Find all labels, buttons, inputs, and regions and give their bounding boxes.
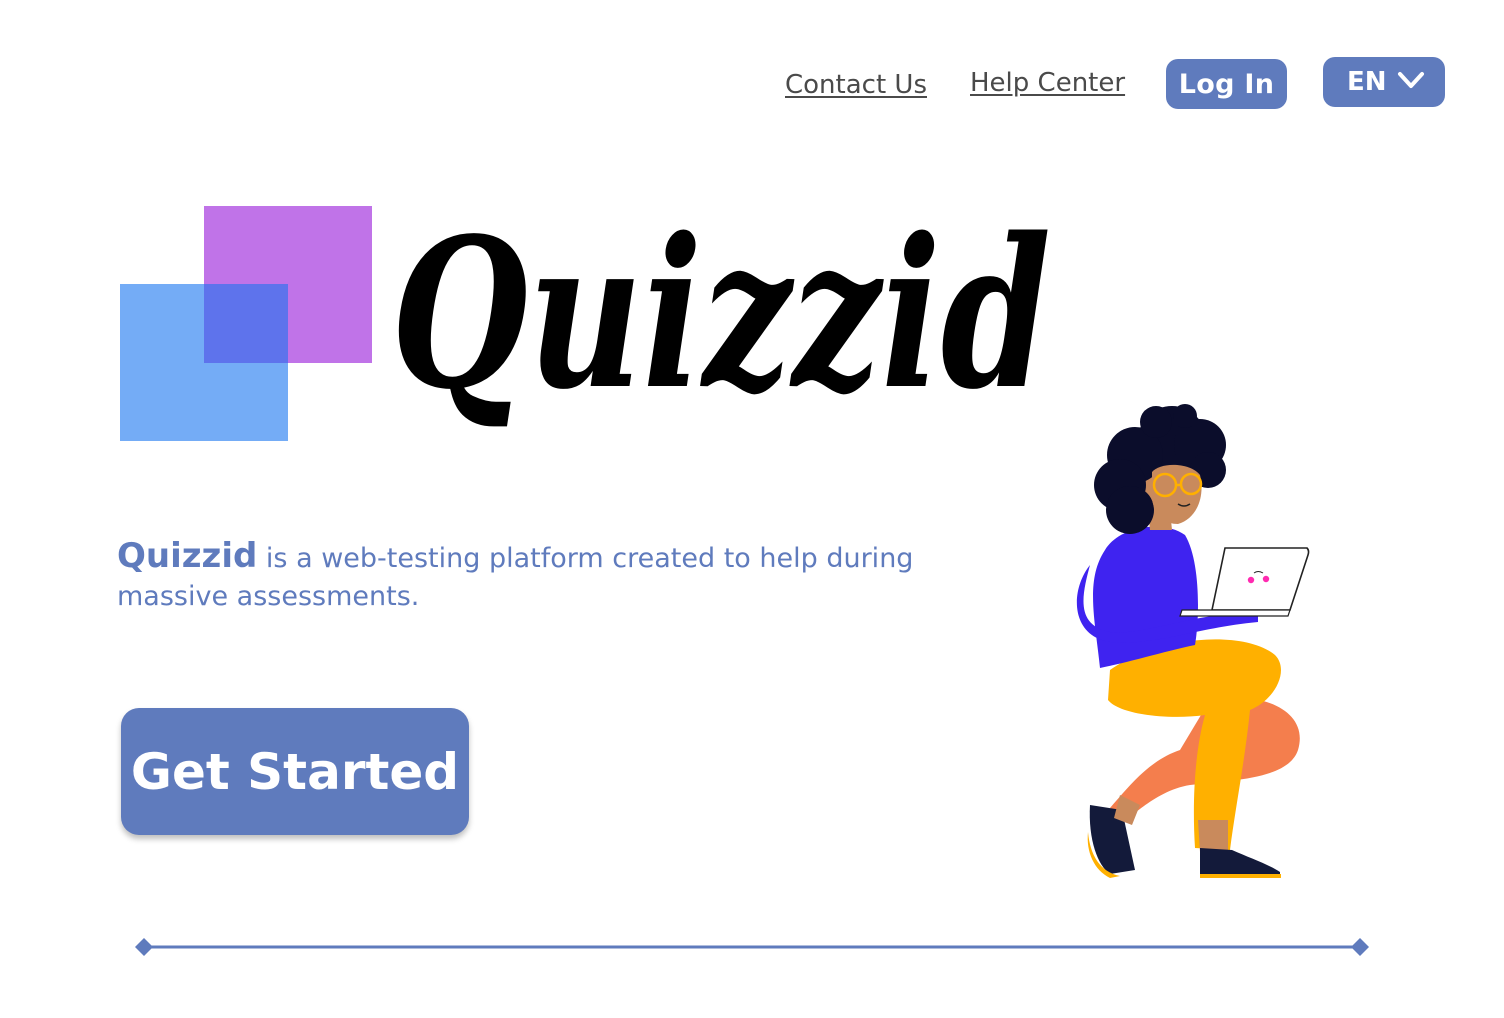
tagline-brand: Quizzid	[117, 536, 258, 576]
contact-us-link[interactable]: Contact Us	[785, 70, 927, 100]
logo-mark	[120, 206, 372, 442]
language-label: EN	[1347, 67, 1387, 97]
landing-page: Contact Us Help Center Log In EN Quizzid…	[0, 0, 1504, 1018]
tagline: Quizzid is a web-testing platform create…	[117, 537, 917, 616]
login-button[interactable]: Log In	[1166, 59, 1287, 109]
logo-wordmark-text: Quizzid	[391, 193, 1051, 435]
language-selector[interactable]: EN	[1323, 57, 1445, 107]
divider-diamond-left	[135, 938, 153, 956]
chevron-down-icon	[1398, 72, 1424, 88]
get-started-button[interactable]: Get Started	[121, 708, 469, 835]
help-center-link[interactable]: Help Center	[970, 68, 1125, 98]
logo-square-overlap	[204, 284, 288, 363]
logo-wordmark: Quizzid	[391, 193, 1051, 435]
section-divider	[135, 938, 1369, 956]
person-with-laptop-illustration	[1076, 404, 1310, 878]
divider-diamond-right	[1351, 938, 1369, 956]
